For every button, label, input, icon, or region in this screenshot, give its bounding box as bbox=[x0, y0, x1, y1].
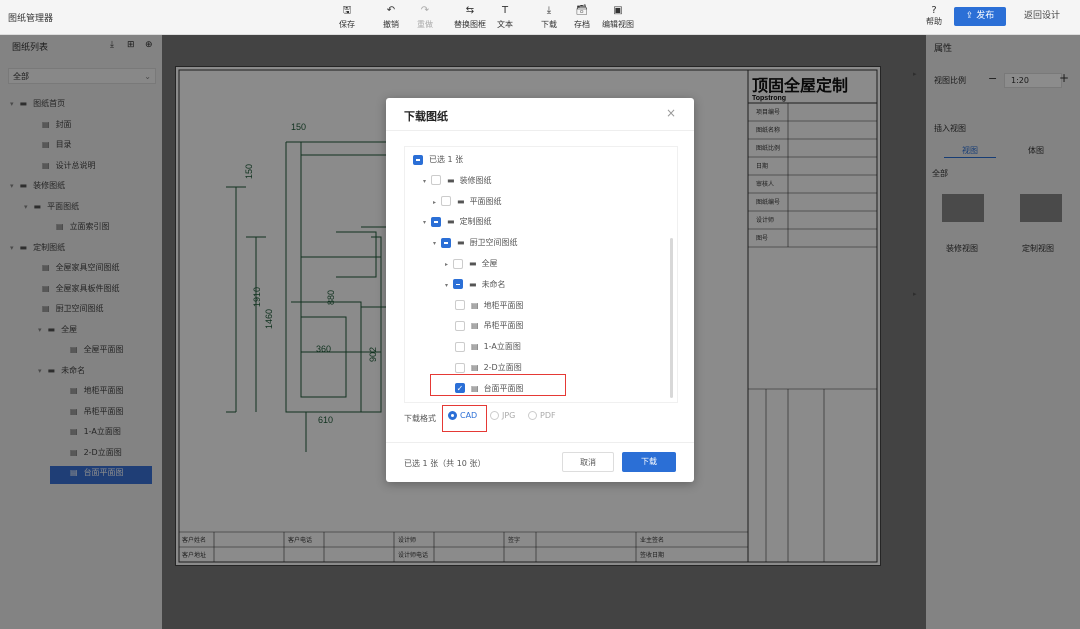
checkbox[interactable] bbox=[453, 279, 463, 290]
option-label: 已选 1 张 bbox=[429, 155, 464, 164]
cancel-button[interactable]: 取消 bbox=[562, 452, 614, 472]
checkbox[interactable] bbox=[455, 362, 465, 373]
publish-button[interactable]: ⇪ 发布 bbox=[954, 7, 1006, 26]
selection-summary: 已选 1 张（共 10 张） bbox=[404, 459, 486, 468]
save-button[interactable]: 🖫 保存 bbox=[330, 5, 364, 30]
folder-icon: ▬ bbox=[457, 196, 465, 206]
tree-folder-option[interactable]: ▸ ▬ 平面图纸 bbox=[433, 194, 502, 210]
chevron-down-icon[interactable]: ▾ bbox=[433, 236, 441, 252]
folder-icon: ▬ bbox=[469, 259, 477, 268]
checkbox[interactable] bbox=[413, 154, 423, 165]
app-title: 图纸管理器 bbox=[8, 14, 54, 24]
tree-file-option[interactable]: ▤ 地柜平面图 bbox=[455, 298, 524, 314]
tree-folder-option[interactable]: ▸ ▬ 全屋 bbox=[445, 256, 498, 272]
tree-folder-option[interactable]: ▾ ▬ 未命名 bbox=[445, 277, 506, 293]
select-all-option[interactable]: 已选 1 张 bbox=[413, 152, 463, 168]
download-sheets-dialog: 下载图纸 × 已选 1 张 ▾ ▬ 装修图纸 ▸ ▬ 平面图纸 ▾ ▬ 定制图纸 ▾ ▬ 厨卫空间图纸 ▸… bbox=[386, 98, 694, 482]
file-icon: ▤ bbox=[471, 342, 479, 352]
format-label: 下载格式 bbox=[404, 414, 436, 423]
help-icon: ? bbox=[931, 5, 937, 16]
checkbox[interactable] bbox=[455, 341, 465, 352]
undo-icon: ↶ bbox=[386, 5, 396, 16]
chevron-down-icon[interactable]: ▾ bbox=[445, 278, 453, 294]
tree-folder-option[interactable]: ▾ ▬ 装修图纸 bbox=[423, 173, 492, 189]
option-label: 地柜平面图 bbox=[483, 300, 524, 310]
highlight-box bbox=[430, 374, 566, 396]
file-icon: ▤ bbox=[471, 363, 479, 372]
option-label: 厨卫空间图纸 bbox=[469, 238, 518, 248]
format-radio-jpg[interactable]: JPG bbox=[490, 411, 515, 420]
chevron-right-icon[interactable]: ▸ bbox=[433, 195, 441, 211]
format-radio-pdf[interactable]: PDF bbox=[528, 411, 556, 420]
sheet-select-tree: 已选 1 张 ▾ ▬ 装修图纸 ▸ ▬ 平面图纸 ▾ ▬ 定制图纸 ▾ ▬ 厨卫空间图纸 ▸ ▬ 全屋 ▾ ▬ 未命… bbox=[404, 146, 678, 403]
checkbox[interactable] bbox=[441, 196, 451, 207]
radio-icon bbox=[528, 411, 537, 420]
edit-view-button[interactable]: ▣ 编辑视图 bbox=[598, 5, 638, 30]
dialog-title: 下载图纸 bbox=[404, 110, 448, 123]
file-icon: ▤ bbox=[471, 300, 479, 310]
chevron-down-icon[interactable]: ▾ bbox=[423, 174, 431, 190]
radio-label: JPG bbox=[502, 411, 516, 420]
help-button[interactable]: ? 帮助 bbox=[924, 5, 944, 27]
folder-icon: ▬ bbox=[447, 217, 455, 227]
highlight-box bbox=[442, 405, 487, 432]
option-label: 定制图纸 bbox=[459, 217, 492, 227]
radio-label: PDF bbox=[540, 411, 556, 420]
checkbox[interactable] bbox=[441, 237, 451, 248]
tree-file-option[interactable]: ▤ 1-A立面图 bbox=[455, 339, 521, 355]
option-label: 吊柜平面图 bbox=[483, 321, 524, 331]
undo-button[interactable]: ↶ 撤销 bbox=[374, 5, 408, 30]
option-label: 2-D立面图 bbox=[483, 363, 522, 372]
divider bbox=[386, 442, 694, 443]
checkbox[interactable] bbox=[455, 300, 465, 311]
tree-folder-option[interactable]: ▾ ▬ 定制图纸 bbox=[423, 214, 492, 230]
close-icon[interactable]: × bbox=[666, 106, 676, 120]
folder-icon: ▬ bbox=[447, 175, 455, 185]
save-icon: 🖫 bbox=[342, 5, 352, 16]
checkbox[interactable] bbox=[453, 258, 463, 269]
tree-folder-option[interactable]: ▾ ▬ 厨卫空间图纸 bbox=[433, 235, 518, 251]
checkbox[interactable] bbox=[431, 175, 441, 186]
option-label: 1-A立面图 bbox=[483, 342, 521, 352]
chevron-right-icon[interactable]: ▸ bbox=[445, 257, 453, 273]
download-confirm-button[interactable]: 下载 bbox=[622, 452, 676, 472]
text-icon: T bbox=[501, 5, 509, 16]
checkbox[interactable] bbox=[431, 216, 441, 227]
folder-icon: ▬ bbox=[457, 238, 465, 248]
option-label: 未命名 bbox=[481, 279, 506, 289]
archive-button[interactable]: 🗃 存档 bbox=[565, 5, 599, 30]
option-label: 装修图纸 bbox=[459, 175, 492, 185]
redo-button[interactable]: ↷ 重做 bbox=[408, 5, 442, 30]
swap-icon: ⇆ bbox=[465, 5, 475, 16]
folder-icon: ▬ bbox=[469, 279, 477, 289]
text-button[interactable]: T 文本 bbox=[488, 5, 522, 30]
download-icon: ⤓ bbox=[546, 5, 552, 16]
upload-icon: ⇪ bbox=[965, 11, 977, 21]
back-to-design-button[interactable]: 返回设计 bbox=[1012, 7, 1072, 26]
radio-icon bbox=[490, 411, 499, 420]
top-toolbar: 图纸管理器 🖫 保存 ↶ 撤销 ↷ 重做 ⇆ 替换图框 T 文本 ⤓ 下载 🗃 存档 ▣ 编辑视… bbox=[0, 0, 1080, 35]
redo-icon: ↷ bbox=[420, 5, 430, 16]
download-button[interactable]: ⤓ 下载 bbox=[532, 5, 566, 30]
archive-icon: 🗃 bbox=[575, 5, 589, 16]
tree-file-option[interactable]: ▤ 吊柜平面图 bbox=[455, 318, 524, 334]
option-label: 全屋 bbox=[481, 259, 498, 268]
divider bbox=[386, 130, 694, 131]
file-icon: ▤ bbox=[471, 321, 479, 331]
edit-view-icon: ▣ bbox=[613, 5, 623, 16]
chevron-down-icon[interactable]: ▾ bbox=[423, 215, 431, 231]
option-label: 平面图纸 bbox=[469, 196, 502, 206]
scrollbar[interactable] bbox=[670, 238, 673, 398]
checkbox[interactable] bbox=[455, 320, 465, 331]
replace-frame-button[interactable]: ⇆ 替换图框 bbox=[450, 5, 490, 30]
